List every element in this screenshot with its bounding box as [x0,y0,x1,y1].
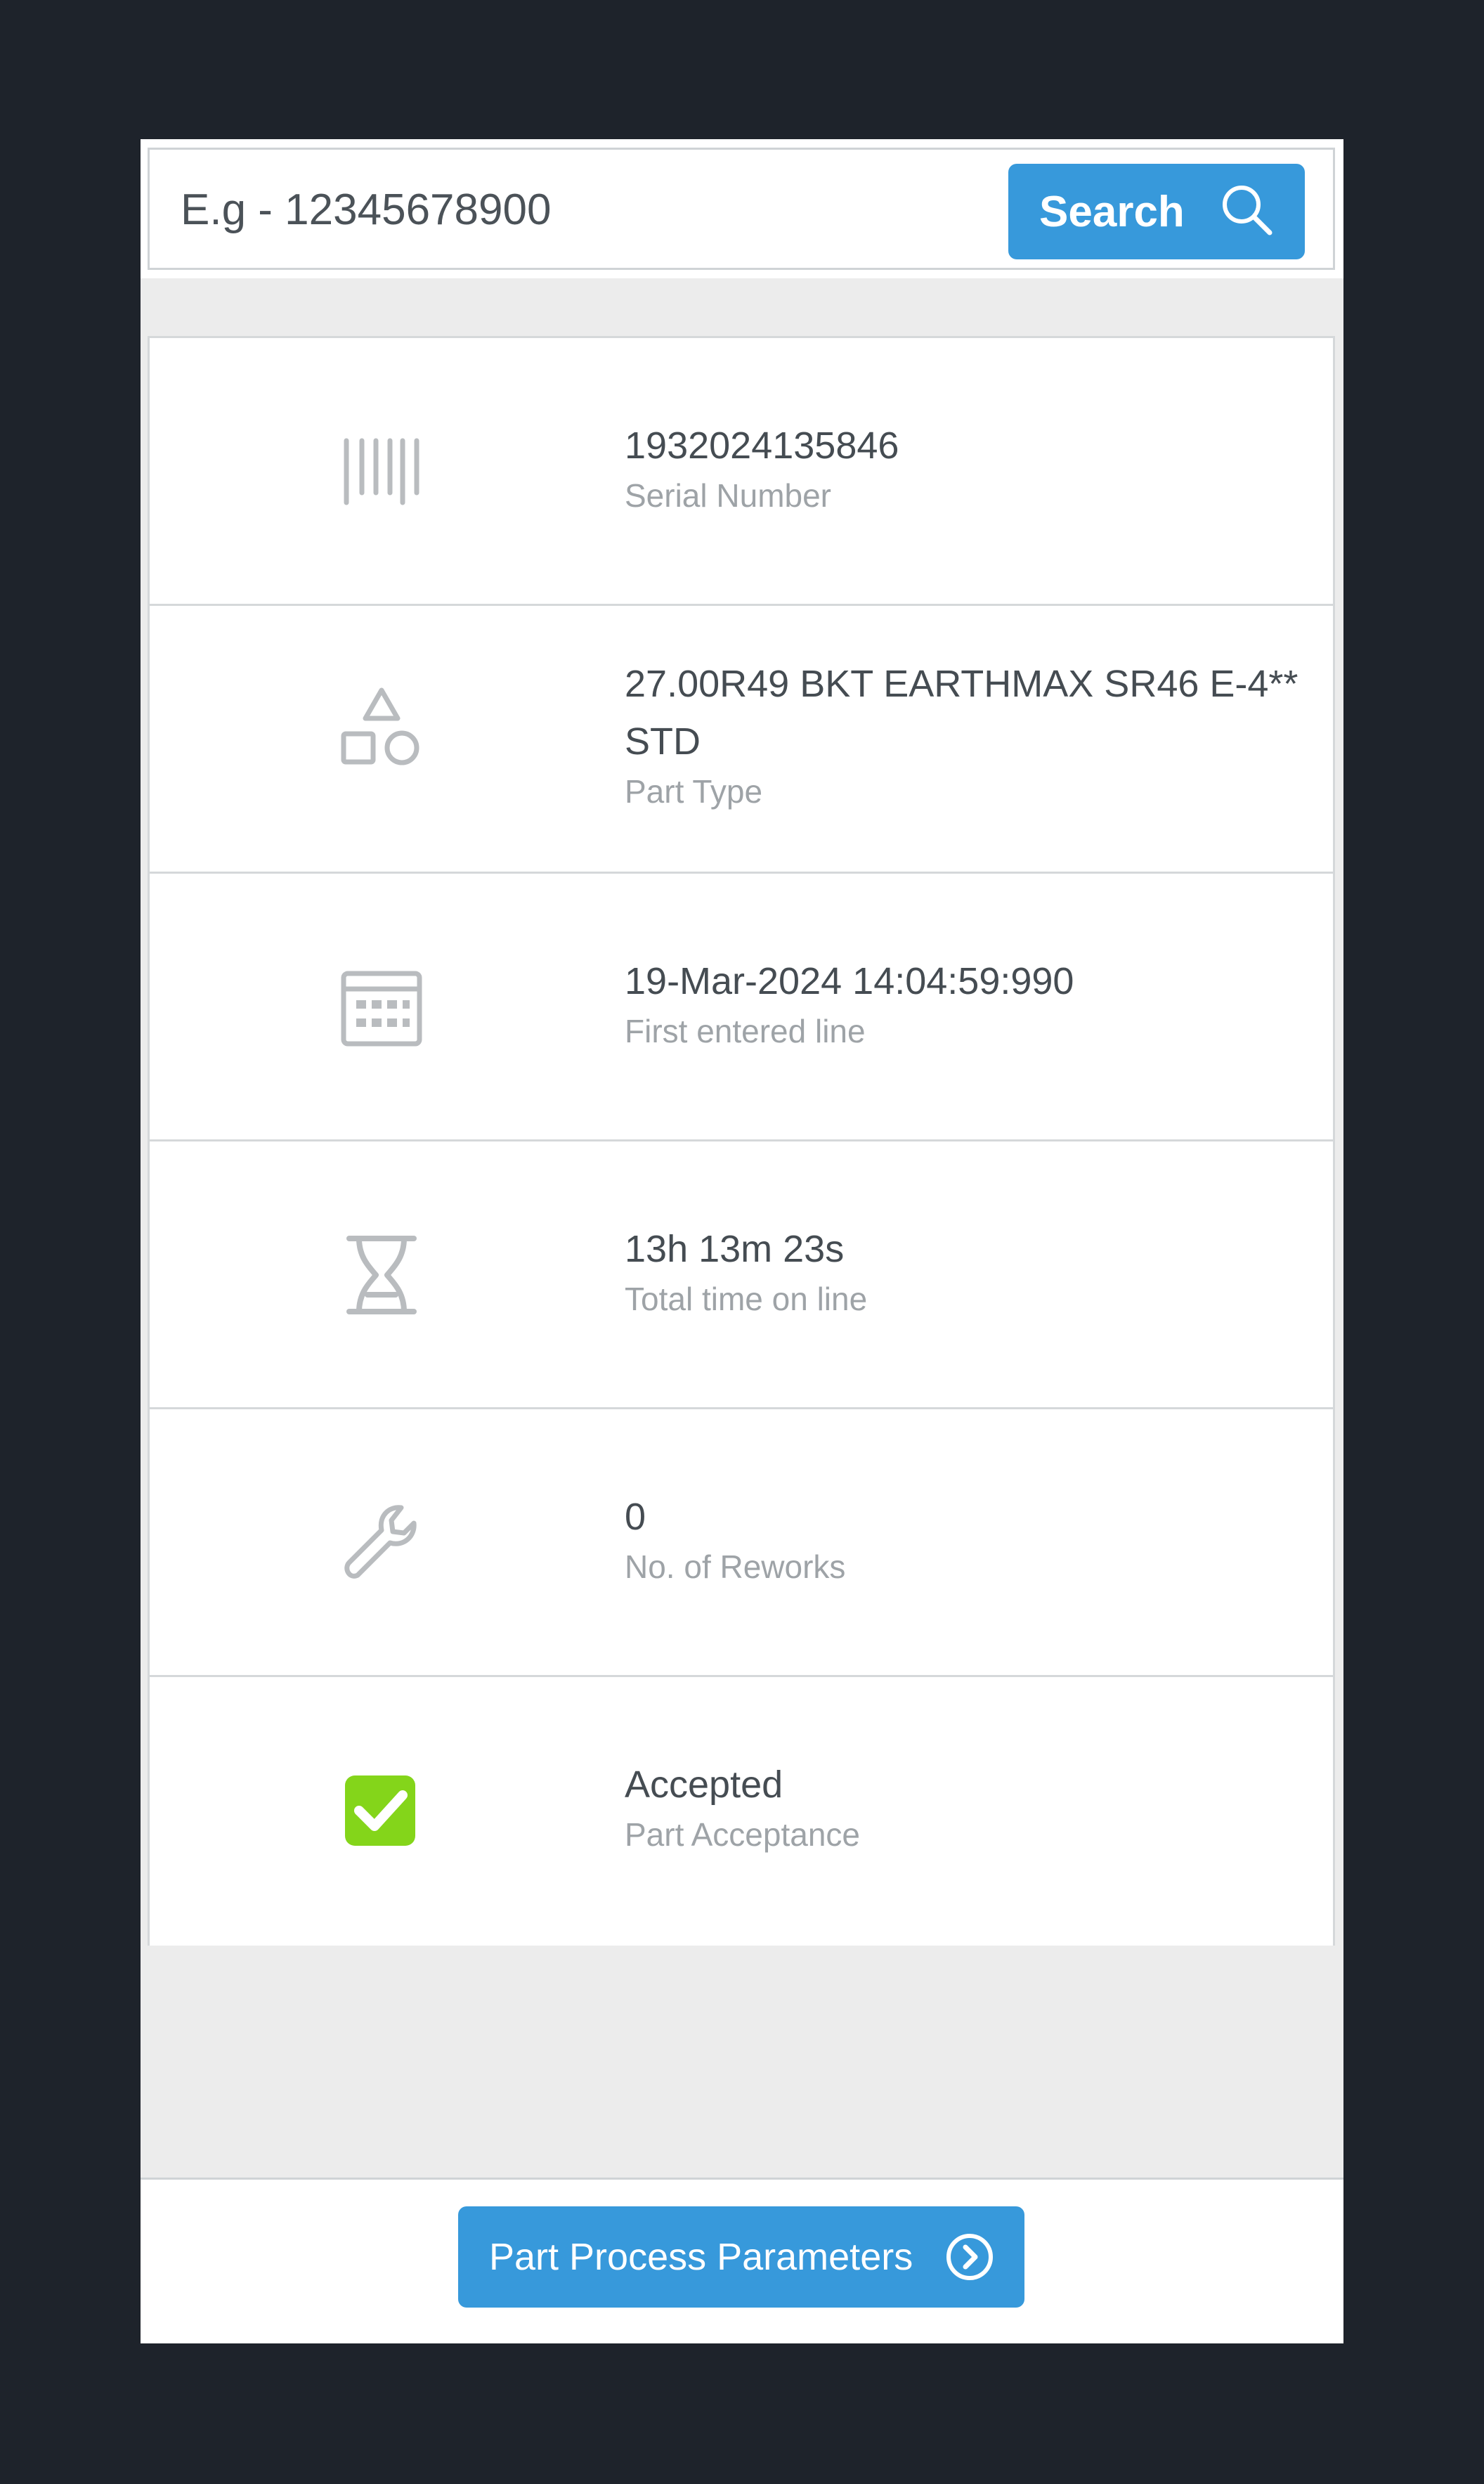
part-process-parameters-button[interactable]: Part Process Parameters [458,2206,1024,2308]
detail-value: 0 [625,1496,646,1538]
detail-label: No. of Reworks [625,1548,846,1585]
search-input[interactable] [181,165,883,254]
detail-label: Part Acceptance [625,1816,860,1853]
serial-lookup-panel: Search 1932024135846 Ser [141,139,1343,2343]
detail-value: 1932024135846 [625,425,899,467]
detail-label: Serial Number [625,477,831,514]
detail-text: 27.00R49 BKT EARTHMAX SR46 E-4** STD Par… [625,655,1313,813]
search-bar: Search [148,148,1335,270]
detail-row-total-time: 13h 13m 23s Total time on line [150,1141,1333,1409]
detail-row-reworks: 0 No. of Reworks [150,1409,1333,1677]
calendar-icon [341,971,422,1047]
detail-text: 19-Mar-2024 14:04:59:990 First entered l… [625,952,1313,1052]
detail-value: 13h 13m 23s [625,1228,845,1270]
hourglass-icon [346,1236,417,1314]
shapes-icon [341,687,419,765]
search-button-label: Search [1039,187,1185,236]
wrench-icon [344,1505,417,1579]
detail-text: 0 No. of Reworks [625,1488,1313,1588]
barcode-icon [344,438,419,505]
search-icon [1223,186,1273,235]
detail-row-serial-number: 1932024135846 Serial Number [150,338,1333,606]
detail-value: Accepted [625,1764,783,1806]
detail-label: First entered line [625,1013,866,1049]
check-square-icon [345,1775,415,1846]
detail-text: Accepted Part Acceptance [625,1756,1313,1856]
detail-value: 19-Mar-2024 14:04:59:990 [625,960,1074,1002]
detail-text: 1932024135846 Serial Number [625,417,1313,517]
detail-row-acceptance: Accepted Part Acceptance [150,1677,1333,1945]
detail-label: Part Type [625,773,763,810]
detail-row-part-type: 27.00R49 BKT EARTHMAX SR46 E-4** STD Par… [150,606,1333,874]
part-process-parameters-label: Part Process Parameters [489,2236,913,2278]
detail-value: 27.00R49 BKT EARTHMAX SR46 E-4** STD [625,663,1298,763]
detail-text: 13h 13m 23s Total time on line [625,1220,1313,1320]
chevron-right-circle-icon [946,2234,993,2280]
detail-row-first-entered: 19-Mar-2024 14:04:59:990 First entered l… [150,874,1333,1141]
footer-bar: Part Process Parameters [141,2178,1343,2343]
part-details-list: 1932024135846 Serial Number 27.00R49 BKT… [148,336,1335,1946]
detail-label: Total time on line [625,1281,868,1317]
search-button[interactable]: Search [1008,164,1305,259]
